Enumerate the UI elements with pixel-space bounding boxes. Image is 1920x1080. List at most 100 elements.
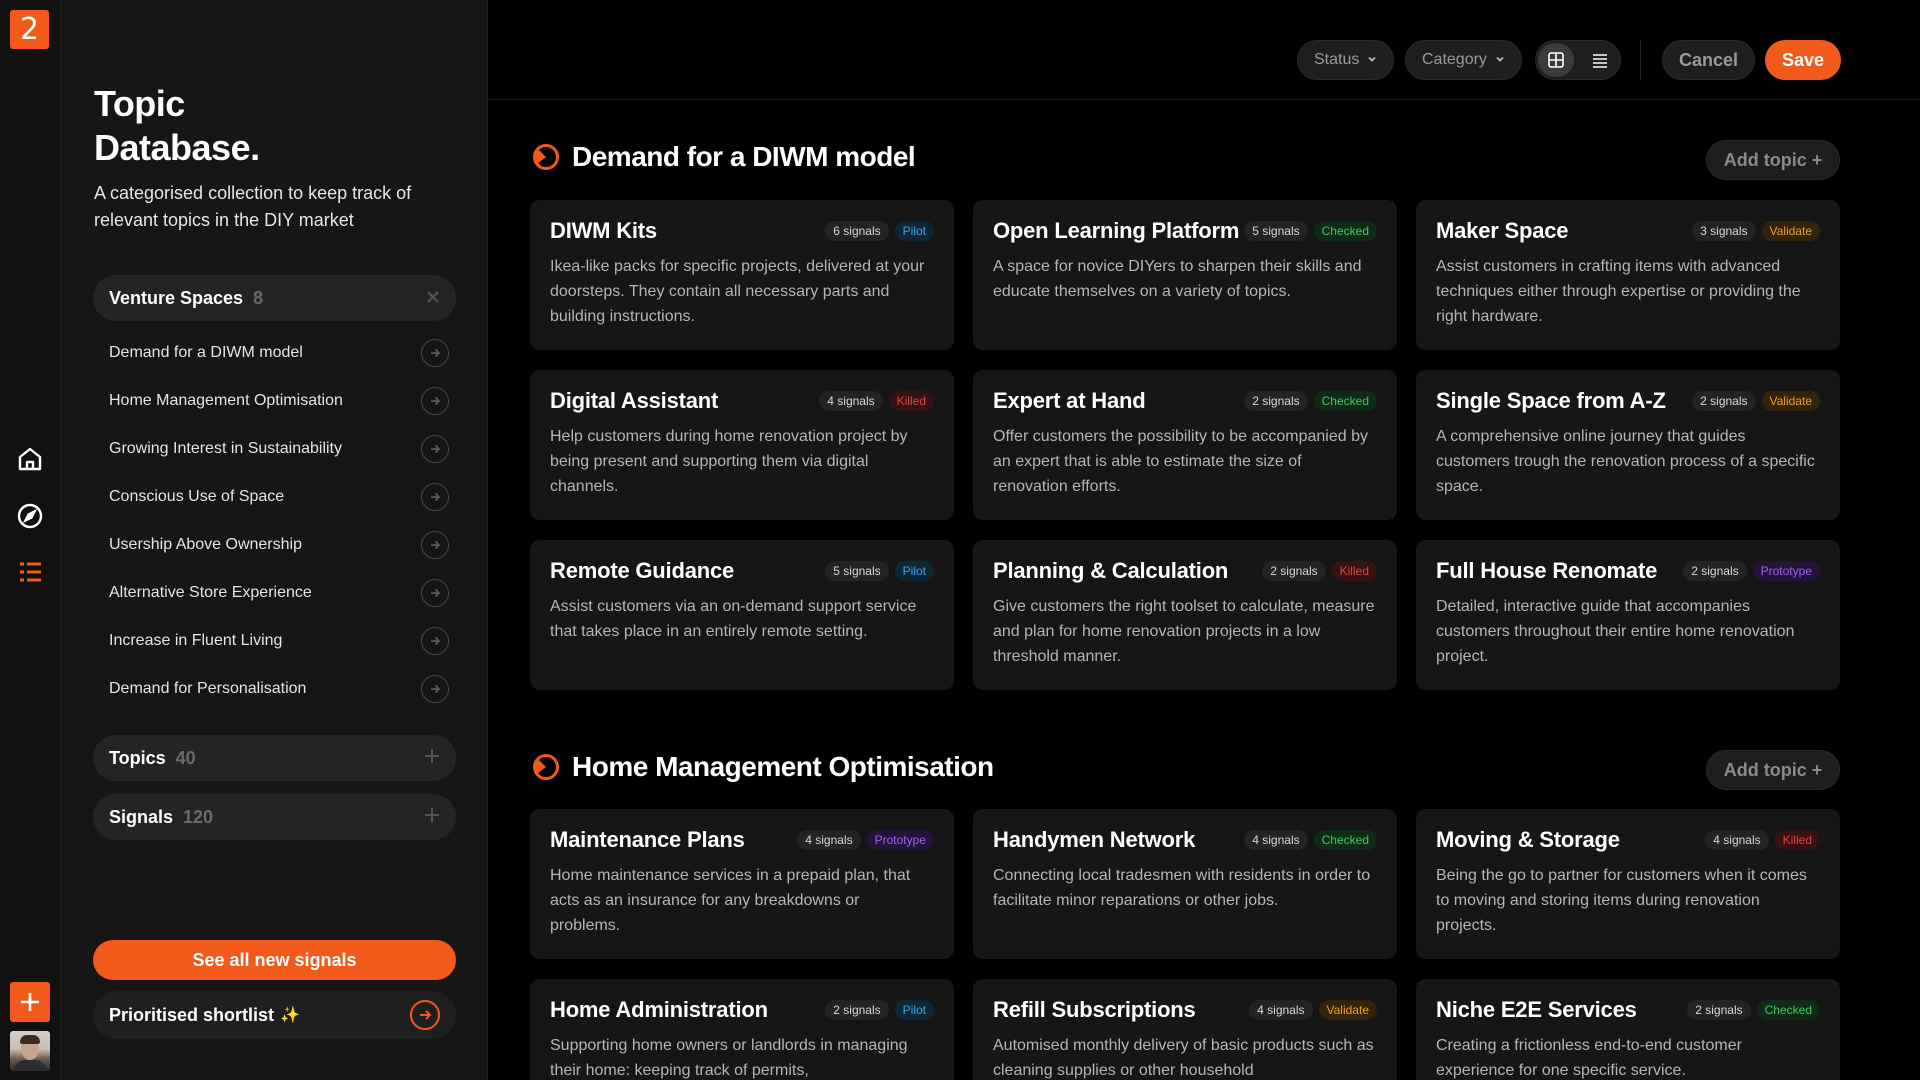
status-badge: Checked (1313, 391, 1377, 411)
topics-header[interactable]: Topics 40 (93, 735, 456, 781)
venture-spaces-header[interactable]: Venture Spaces 8 (93, 275, 456, 321)
see-all-signals-button[interactable]: See all new signals (93, 940, 456, 980)
toolbar: Status Category Cancel Save (489, 0, 1920, 100)
plus-icon[interactable] (424, 748, 440, 768)
section-title: Demand for a DIWM model (532, 141, 916, 173)
arrow-right-icon[interactable] (421, 627, 449, 655)
status-badge: Validate (1318, 1000, 1377, 1020)
compass-icon[interactable] (13, 499, 47, 533)
card-header: Maintenance Plans 4 signals Prototype (550, 825, 934, 855)
card-title: Handymen Network (993, 827, 1196, 852)
card-description: Connecting local tradesmen with resident… (993, 867, 1371, 909)
card-header: Open Learning Platform 5 signals Checked (993, 216, 1377, 246)
card-description: Offer customers the possibility to be ac… (993, 428, 1368, 495)
venture-space-item[interactable]: Usership Above Ownership (109, 529, 449, 561)
signal-count-badge: 4 signals (1705, 830, 1769, 850)
cancel-button[interactable]: Cancel (1662, 40, 1755, 80)
card-header: Handymen Network 4 signals Checked (993, 825, 1377, 855)
avatar[interactable] (10, 1031, 50, 1071)
save-button[interactable]: Save (1765, 40, 1841, 80)
signal-count-badge: 4 signals (1244, 830, 1308, 850)
topic-card[interactable]: Planning & Calculation 2 signals Killed Giv… (973, 540, 1397, 690)
arrow-right-icon[interactable] (421, 435, 449, 463)
topic-card[interactable]: Refill Subscriptions 4 signals Validate Aut… (973, 979, 1397, 1080)
signal-count-badge: 4 signals (819, 391, 883, 411)
card-title: Full House Renomate (1436, 558, 1658, 583)
add-topic-button[interactable]: Add topic + (1706, 750, 1840, 790)
arrow-right-icon[interactable] (421, 531, 449, 559)
signal-count-badge: 2 signals (1262, 561, 1326, 581)
grid-view-icon[interactable] (1538, 43, 1574, 77)
status-badge: Killed (888, 391, 934, 411)
chevron-down-icon (1495, 53, 1505, 67)
venture-space-item[interactable]: Conscious Use of Space (109, 481, 449, 513)
card-description: Assist customers in crafting items with … (1436, 258, 1801, 325)
topic-card[interactable]: Open Learning Platform 5 signals Checked A … (973, 200, 1397, 350)
venture-space-item[interactable]: Increase in Fluent Living (109, 625, 449, 657)
topic-card[interactable]: Home Administration 2 signals Pilot Support… (530, 979, 954, 1080)
signal-count-badge: 5 signals (825, 561, 889, 581)
sparkles-icon: ✨ (280, 1007, 300, 1024)
card-title: Planning & Calculation (993, 558, 1229, 583)
topic-card[interactable]: Digital Assistant 4 signals Killed Help cus… (530, 370, 954, 520)
venture-space-label: Demand for a DIWM model (109, 344, 303, 361)
venture-space-label: Usership Above Ownership (109, 536, 302, 553)
section-title-text: Home Management Optimisation (572, 751, 994, 782)
arrow-right-icon[interactable] (421, 579, 449, 607)
signals-header[interactable]: Signals 120 (93, 794, 456, 840)
signal-count-badge: 2 signals (825, 1000, 889, 1020)
close-icon[interactable] (426, 288, 440, 308)
home-icon[interactable] (13, 442, 47, 476)
topic-card[interactable]: Single Space from A-Z 2 signals Validate A … (1416, 370, 1840, 520)
plus-icon[interactable] (424, 807, 440, 827)
arrow-right-icon[interactable] (421, 339, 449, 367)
avatar-hair (20, 1035, 40, 1044)
card-description: A comprehensive online journey that guid… (1436, 428, 1815, 495)
list-icon[interactable] (13, 555, 47, 589)
arrow-right-icon[interactable] (421, 387, 449, 415)
status-badge: Prototype (866, 830, 934, 850)
card-description: Automised monthly delivery of basic prod… (993, 1037, 1374, 1079)
topic-card[interactable]: Remote Guidance 5 signals Pilot Assist cust… (530, 540, 954, 690)
status-badge: Pilot (894, 221, 934, 241)
arrow-right-icon[interactable] (421, 483, 449, 511)
add-button[interactable] (10, 982, 50, 1022)
list-view-icon[interactable] (1582, 43, 1618, 77)
arrow-right-icon[interactable] (410, 1000, 440, 1030)
topic-card[interactable]: Expert at Hand 2 signals Checked Offer cust… (973, 370, 1397, 520)
topic-card[interactable]: Niche E2E Services 2 signals Checked Creati… (1416, 979, 1840, 1080)
topics-count: 40 (175, 747, 196, 768)
app-logo[interactable]: 2 (10, 10, 49, 49)
card-header: Niche E2E Services 2 signals Checked (1436, 995, 1820, 1025)
card-title: DIWM Kits (550, 218, 657, 243)
card-header: Digital Assistant 4 signals Killed (550, 386, 934, 416)
shortlist-label: Prioritised shortlist (109, 1004, 275, 1025)
category-filter[interactable]: Category (1405, 40, 1522, 80)
card-title: Single Space from A-Z (1436, 388, 1666, 413)
topic-card[interactable]: Handymen Network 4 signals Checked Connecti… (973, 809, 1397, 959)
venture-spaces-count: 8 (253, 287, 264, 308)
topic-card[interactable]: Maintenance Plans 4 signals Prototype Home … (530, 809, 954, 959)
venture-space-item[interactable]: Home Management Optimisation (109, 385, 449, 417)
arrow-right-icon[interactable] (421, 675, 449, 703)
venture-space-label: Growing Interest in Sustainability (109, 440, 342, 457)
topic-card[interactable]: Full House Renomate 2 signals Prototype Det… (1416, 540, 1840, 690)
venture-space-item[interactable]: Demand for a DIWM model (109, 337, 449, 369)
topic-card[interactable]: DIWM Kits 6 signals Pilot Ikea-like packs f… (530, 200, 954, 350)
venture-space-label: Alternative Store Experience (109, 584, 312, 601)
venture-space-item[interactable]: Alternative Store Experience (109, 577, 449, 609)
card-title: Home Administration (550, 997, 768, 1022)
card-header: Maker Space 3 signals Validate (1436, 216, 1820, 246)
prioritised-shortlist-button[interactable]: Prioritised shortlist ✨ (93, 991, 456, 1039)
topic-card[interactable]: Moving & Storage 4 signals Killed Being the… (1416, 809, 1840, 959)
venture-space-item[interactable]: Demand for Personalisation (109, 673, 449, 705)
card-description: A space for novice DIYers to sharpen the… (993, 258, 1362, 300)
venture-space-item[interactable]: Growing Interest in Sustainability (109, 433, 449, 465)
status-filter[interactable]: Status (1297, 40, 1395, 80)
add-topic-button[interactable]: Add topic + (1706, 140, 1840, 180)
signal-count-badge: 5 signals (1244, 221, 1308, 241)
avatar-shirt (13, 1060, 47, 1071)
signal-count-badge: 2 signals (1692, 391, 1756, 411)
topic-card[interactable]: Maker Space 3 signals Validate Assist custo… (1416, 200, 1840, 350)
card-title: Moving & Storage (1436, 827, 1620, 852)
